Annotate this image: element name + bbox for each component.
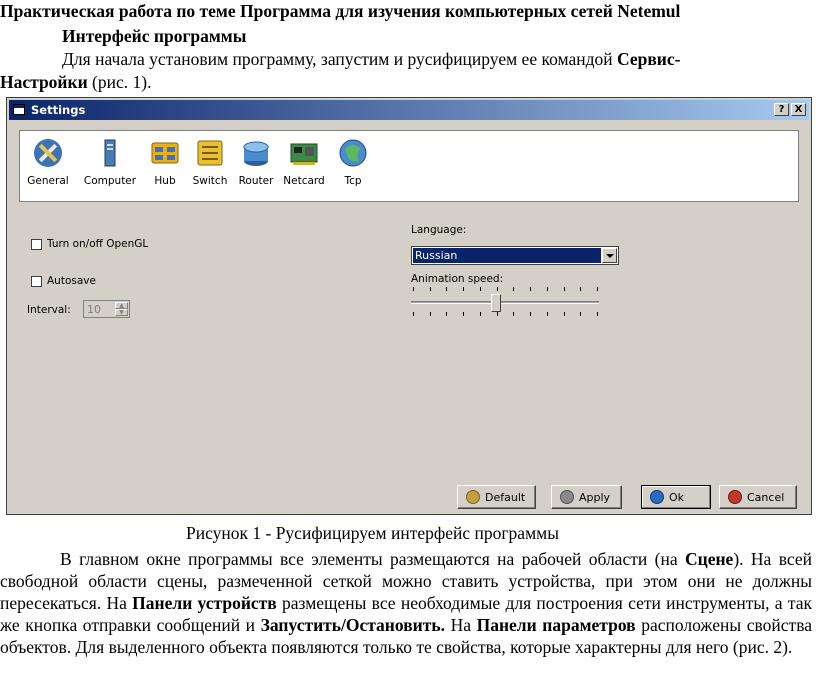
slider-tick <box>497 287 498 291</box>
slider-tick <box>413 287 414 291</box>
category-netcard-label: Netcard <box>283 175 325 187</box>
slider-tick <box>597 287 598 291</box>
chevron-down-icon[interactable] <box>602 248 617 263</box>
default-button-label: Default <box>485 491 526 504</box>
slider-tick <box>463 287 464 291</box>
opengl-label: Turn on/off OpenGL <box>47 238 149 250</box>
language-select[interactable]: Russian <box>411 246 619 265</box>
cancel-button-label: Cancel <box>747 491 785 504</box>
language-label: Language: <box>411 224 467 236</box>
intro-line: Для начала установим программу, запустим… <box>62 49 681 69</box>
slider-tick <box>446 312 447 316</box>
intro-line-2: Настройки (рис. 1). <box>0 72 152 92</box>
category-netcard[interactable]: Netcard <box>276 137 332 187</box>
wrench-screwdriver-icon <box>34 139 62 167</box>
title-bar: Settings ? X <box>9 100 809 120</box>
default-icon <box>466 490 480 504</box>
dialog-title: Settings <box>31 103 86 117</box>
netcard-icon <box>290 143 318 165</box>
opengl-checkbox[interactable] <box>31 239 42 250</box>
slider-tick <box>480 312 481 316</box>
slider-tick <box>513 312 514 316</box>
interval-label: Interval: <box>27 304 71 316</box>
slider-tick <box>463 312 464 316</box>
slider-thumb[interactable] <box>490 294 501 312</box>
tcp-icon <box>339 139 367 167</box>
interval-value: 10 <box>87 303 101 316</box>
settings-dialog: Settings ? X General Computer Hub Switch… <box>6 97 812 515</box>
slider-tick <box>597 312 598 316</box>
category-general[interactable]: General <box>20 137 76 187</box>
window-icon <box>13 104 25 115</box>
ok-button[interactable]: Ok <box>641 485 711 509</box>
slider-tick <box>564 312 565 316</box>
computer-icon <box>104 139 116 167</box>
autosave-checkbox[interactable] <box>31 276 42 287</box>
switch-icon <box>197 140 223 166</box>
check-icon <box>650 490 664 504</box>
slider-tick <box>530 312 531 316</box>
document-subheading: Интерфейс программы <box>62 26 247 46</box>
body-paragraph: В главном окне программы все элементы ра… <box>0 549 813 657</box>
slider-tick <box>413 312 414 316</box>
figure-caption: Рисунок 1 - Русифицируем интерфейс прогр… <box>186 523 559 543</box>
slider-track <box>411 301 599 304</box>
slider-tick <box>530 287 531 291</box>
category-computer[interactable]: Computer <box>82 137 138 187</box>
slider-tick <box>564 287 565 291</box>
slider-tick <box>480 287 481 291</box>
document-heading: Практическая работа по теме Программа дл… <box>0 1 681 21</box>
autosave-label: Autosave <box>47 275 96 287</box>
category-tcp[interactable]: Tcp <box>325 137 381 187</box>
ok-button-label: Ok <box>669 491 685 504</box>
slider-tick <box>430 312 431 316</box>
spin-down-icon[interactable]: ▼ <box>115 309 128 316</box>
apply-button-label: Apply <box>579 491 611 504</box>
category-general-label: General <box>27 175 69 187</box>
router-icon <box>243 141 269 166</box>
help-button[interactable]: ? <box>774 103 789 116</box>
animation-speed-label: Animation speed: <box>411 273 504 285</box>
cancel-icon <box>728 490 742 504</box>
slider-tick <box>547 312 548 316</box>
spin-up-icon[interactable]: ▲ <box>115 302 128 309</box>
slider-tick <box>446 287 447 291</box>
slider-tick <box>580 287 581 291</box>
category-tcp-label: Tcp <box>344 175 362 187</box>
slider-tick <box>580 312 581 316</box>
close-button[interactable]: X <box>791 103 806 116</box>
slider-tick <box>513 287 514 291</box>
hub-icon <box>151 142 179 164</box>
settings-category-bar: General Computer Hub Switch Router Netca… <box>19 130 799 202</box>
default-button[interactable]: Default <box>457 485 536 509</box>
slider-tick <box>547 287 548 291</box>
interval-spinbox[interactable]: 10 ▲ ▼ <box>83 300 130 318</box>
cancel-button[interactable]: Cancel <box>719 485 797 509</box>
language-selected-value: Russian <box>413 248 601 263</box>
category-computer-label: Computer <box>83 175 137 187</box>
slider-tick <box>430 287 431 291</box>
apply-button[interactable]: Apply <box>551 485 622 509</box>
apply-icon <box>560 490 574 504</box>
slider-tick <box>497 312 498 316</box>
